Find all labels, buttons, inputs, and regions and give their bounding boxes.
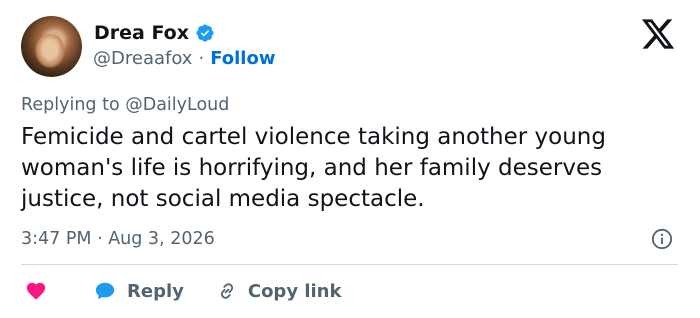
copy-link-button[interactable]: Copy link — [216, 280, 342, 302]
handle-row: @Dreaafox · Follow — [93, 48, 275, 70]
author-name-row: Drea Fox — [94, 22, 215, 44]
replying-to-text[interactable]: Replying to @DailyLoud — [21, 94, 229, 116]
separator-dot: · — [198, 48, 205, 69]
x-logo-icon[interactable] — [640, 16, 676, 52]
copy-link-label: Copy link — [247, 280, 342, 302]
reply-button[interactable]: Reply — [93, 280, 184, 302]
author-handle[interactable]: @Dreaafox — [93, 48, 192, 70]
action-bar: Reply Copy link — [24, 278, 341, 304]
reply-bubble-icon — [95, 282, 115, 300]
divider — [21, 264, 678, 265]
author-name[interactable]: Drea Fox — [94, 22, 189, 44]
heart-icon — [26, 282, 46, 300]
link-icon — [220, 283, 233, 299]
like-button[interactable] — [24, 280, 48, 302]
tweet-text: Femicide and cartel violence taking anot… — [21, 124, 606, 212]
reply-label: Reply — [127, 280, 184, 302]
info-icon[interactable] — [651, 228, 673, 250]
verified-badge-icon — [196, 24, 214, 42]
tweet-timestamp[interactable]: 3:47 PM · Aug 3, 2026 — [21, 228, 215, 250]
follow-button[interactable]: Follow — [210, 48, 275, 70]
avatar[interactable] — [21, 16, 82, 77]
